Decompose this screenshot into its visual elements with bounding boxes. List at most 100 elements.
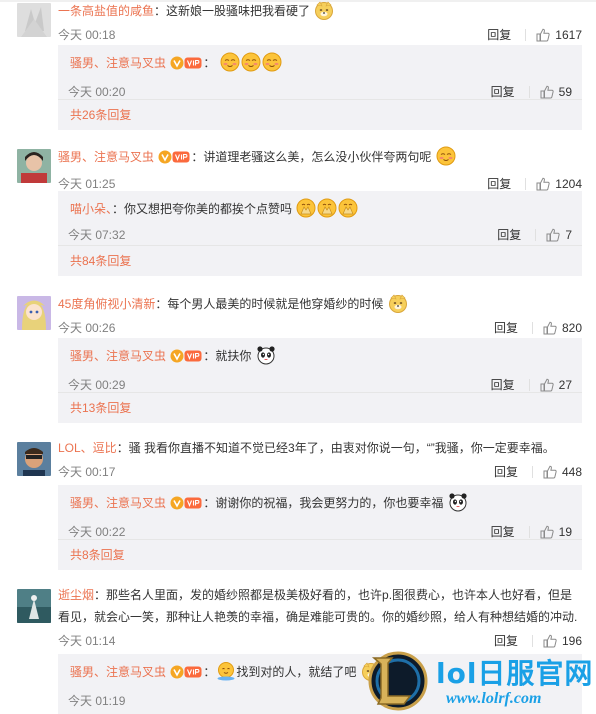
avatar[interactable] [17, 296, 51, 330]
thumbs-up-icon [536, 28, 550, 42]
reply-thread: 骚男、注意马叉虫 ：谢谢你的祝福，我会更努力的，你也要幸福 今天 00:22 回… [58, 485, 582, 570]
comment-username[interactable]: 45度角俯视小清新 [58, 297, 155, 311]
verified-v-icon [170, 56, 184, 70]
comment-text: ：讲道理老骚这么美，怎么没小伙伴夸两句呢 [191, 150, 432, 164]
reply-username[interactable]: 骚男、注意马叉虫 [70, 349, 166, 363]
like-button[interactable]: 19 [540, 525, 572, 539]
like-button[interactable]: 59 [540, 85, 572, 99]
avatar[interactable] [17, 3, 51, 37]
hug-emoji-icon [216, 661, 236, 681]
verified-v-icon [170, 496, 184, 510]
like-button[interactable]: 7 [546, 228, 572, 242]
reply-username[interactable]: 喵小朵、 [70, 202, 112, 216]
more-replies-link[interactable]: 共84条回复 [68, 246, 572, 276]
like-count: 27 [558, 378, 572, 392]
more-replies-link[interactable]: 共26条回复 [68, 100, 572, 130]
reply-time: 今天 07:32 [68, 228, 126, 242]
thumbs-up-icon [540, 378, 554, 392]
reply-username[interactable]: 骚男、注意马叉虫 [70, 496, 166, 510]
comment-time: 今天 00:26 [58, 321, 116, 335]
watermark-url: www.lolrf.com [446, 690, 542, 707]
like-count: 448 [561, 465, 582, 479]
comment-time: 今天 00:18 [58, 28, 116, 42]
more-replies-link[interactable]: 共13条回复 [68, 393, 572, 423]
reply-time: 今天 00:22 [68, 525, 126, 539]
thumbs-up-icon [540, 85, 554, 99]
blush-emoji-icon [220, 52, 240, 72]
vip-badge-icon [172, 151, 190, 163]
more-replies-link[interactable]: 共8条回复 [68, 540, 572, 570]
reply-button[interactable]: 回复 [491, 378, 515, 392]
comment-username[interactable]: 逝尘烟 [58, 588, 94, 602]
like-count: 59 [558, 85, 572, 99]
thumbs-up-icon [543, 634, 557, 648]
reply-time: 今天 01:19 [68, 694, 126, 708]
like-button[interactable]: 448 [543, 465, 582, 479]
reply-text: ： [203, 56, 216, 70]
pray-emoji-icon [317, 198, 337, 218]
reply-button[interactable]: 回复 [491, 85, 515, 99]
verified-v-icon [170, 349, 184, 363]
reply-button[interactable]: 回复 [487, 28, 511, 42]
vip-badge-icon [184, 666, 202, 678]
thumbs-up-icon [540, 525, 554, 539]
comment-username[interactable]: LOL、逗比 [58, 441, 117, 455]
reply-thread: 骚男、注意马叉虫 ： 今天 00:20 回复 59 共26条回复 [58, 45, 582, 130]
comment-time: 今天 01:25 [58, 177, 116, 191]
like-count: 1204 [555, 177, 582, 191]
reply-username[interactable]: 骚男、注意马叉虫 [70, 665, 166, 679]
vip-badge-icon [184, 497, 202, 509]
vip-badge-icon [184, 350, 202, 362]
avatar[interactable] [17, 589, 51, 623]
like-count: 820 [561, 321, 582, 335]
reply-button[interactable]: 回复 [497, 228, 521, 242]
reply-username[interactable]: 骚男、注意马叉虫 [70, 56, 166, 70]
site-watermark: lol日服官网 www.lolrf.com [356, 650, 596, 714]
pray-emoji-icon [296, 198, 316, 218]
reply-text: ：你又想把夸你美的都挨个点赞吗 [112, 202, 293, 216]
reply-text: ：谢谢你的祝福，我会更努力的，你也要幸福 [203, 496, 444, 510]
avatar[interactable] [17, 149, 51, 183]
reply-button[interactable]: 回复 [491, 525, 515, 539]
like-count: 196 [561, 634, 582, 648]
reply-item: 骚男、注意马叉虫 ： 今天 00:20 回复 59 [68, 45, 572, 99]
like-button[interactable]: 27 [540, 378, 572, 392]
reply-time: 今天 00:20 [68, 85, 126, 99]
panda-emoji-icon [448, 492, 468, 512]
pray-emoji-icon [338, 198, 358, 218]
thumbs-up-icon [536, 177, 550, 191]
comment-text: ：这新娘一股骚味把我看硬了 [154, 4, 311, 18]
comment-username[interactable]: 一条高盐值的咸鱼 [58, 4, 154, 18]
doge-emoji-icon [314, 0, 334, 20]
like-button[interactable]: 196 [543, 634, 582, 648]
reply-button[interactable]: 回复 [494, 321, 518, 335]
comment-time: 今天 01:14 [58, 634, 116, 648]
reply-item: 喵小朵、：你又想把夸你美的都挨个点赞吗 今天 07:32 回复 7 [68, 191, 572, 245]
like-button[interactable]: 1204 [536, 177, 582, 191]
verified-v-icon [170, 665, 184, 679]
reply-thread: 喵小朵、：你又想把夸你美的都挨个点赞吗 今天 07:32 回复 7 共84条回复 [58, 191, 582, 276]
watermark-title: lol日服官网 [436, 657, 594, 690]
user-badges [170, 496, 202, 516]
thumbs-up-icon [546, 228, 560, 242]
reply-button[interactable]: 回复 [494, 634, 518, 648]
reply-button[interactable]: 回复 [487, 177, 511, 191]
comment-username[interactable]: 骚男、注意马叉虫 [58, 150, 154, 164]
blush-emoji-icon [436, 146, 456, 166]
reply-text: 找到对的人，就结了吧 [236, 665, 357, 679]
reply-time: 今天 00:29 [68, 378, 126, 392]
reply-button[interactable]: 回复 [494, 465, 518, 479]
like-button[interactable]: 1617 [536, 28, 582, 42]
comment-text: ：骚 我看你直播不知道不觉已经3年了，由衷对你说一句，“”我骚，你一定要幸福。 [116, 441, 555, 455]
comment-text-continued: 看见，就会心一笑，那种让人艳羡的幸福，确是难能可贵的。你的婚纱照，给人有种想结婚… [58, 610, 578, 624]
thumbs-up-icon [543, 321, 557, 335]
reply-text: ：就扶你 [203, 349, 252, 363]
avatar[interactable] [17, 442, 51, 476]
comment-text: ：每个男人最美的时候就是他穿婚纱的时候 [155, 297, 384, 311]
verified-v-icon [158, 150, 172, 164]
like-count: 1617 [555, 28, 582, 42]
league-logo-icon [358, 650, 432, 712]
like-button[interactable]: 820 [543, 321, 582, 335]
like-count: 7 [565, 228, 572, 242]
user-badges [170, 349, 202, 369]
